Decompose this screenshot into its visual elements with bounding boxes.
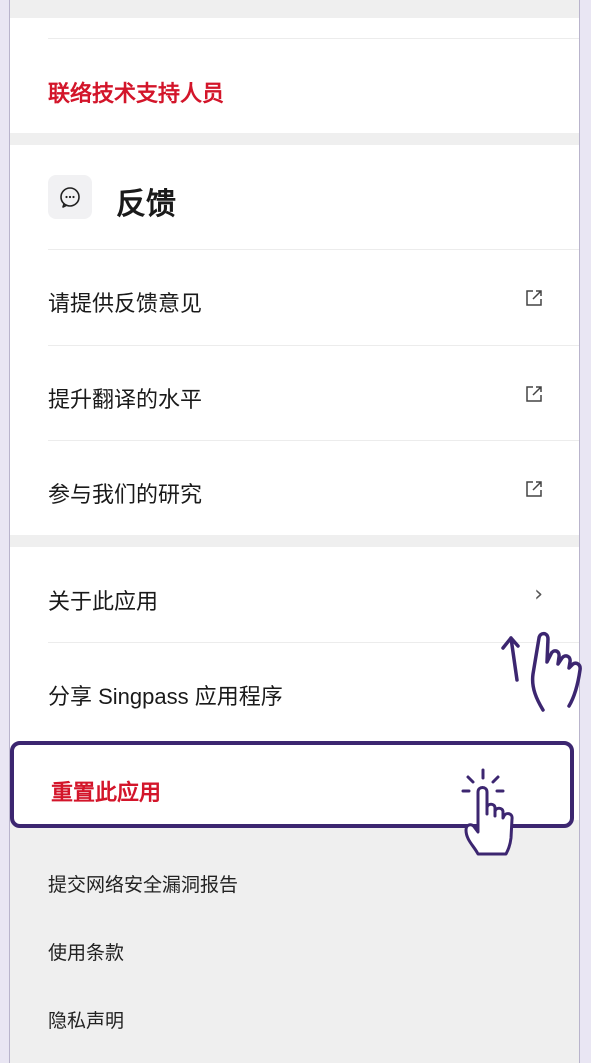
tap-hand-icon [461,768,514,856]
terms-of-use-link[interactable]: 使用条款 [48,938,124,965]
join-research-link[interactable]: 参与我们的研究 [10,441,579,535]
settings-screen: 联络技术支持人员 反馈 请提供反馈意见 提升翻译的水平 参与我们的研究 关于此应… [9,0,580,1063]
give-feedback-link[interactable]: 请提供反馈意见 [10,250,579,345]
improve-translation-link[interactable]: 提升翻译的水平 [10,346,579,440]
privacy-statement-link[interactable]: 隐私声明 [48,1006,124,1033]
give-feedback-label: 请提供反馈意见 [48,291,203,316]
reset-app-label: 重置此应用 [51,780,162,805]
external-link-icon [526,481,542,497]
improve-translation-label: 提升翻译的水平 [48,387,203,412]
feedback-title: 反馈 [116,188,176,221]
contact-support-link[interactable]: 联络技术支持人员 [10,52,579,128]
external-link-icon [526,290,542,306]
external-link-icon [526,386,542,402]
contact-support-label: 联络技术支持人员 [48,81,225,106]
join-research-label: 参与我们的研究 [48,482,203,507]
feedback-section-header: 反馈 [10,145,579,249]
about-app-label: 关于此应用 [48,589,159,614]
chevron-right-icon: › [534,582,543,607]
share-app-link[interactable]: 分享 Singpass 应用程序 › [10,643,579,737]
section-gap [10,133,579,145]
about-app-link[interactable]: 关于此应用 › [10,548,579,642]
share-app-label: 分享 Singpass 应用程序 [48,684,283,709]
section-gap [10,0,579,18]
chat-bubble-icon [48,175,92,219]
swipe-up-hand-icon [501,631,582,712]
security-report-link[interactable]: 提交网络安全漏洞报告 [48,870,238,897]
section-gap [10,535,579,547]
divider [48,38,579,39]
